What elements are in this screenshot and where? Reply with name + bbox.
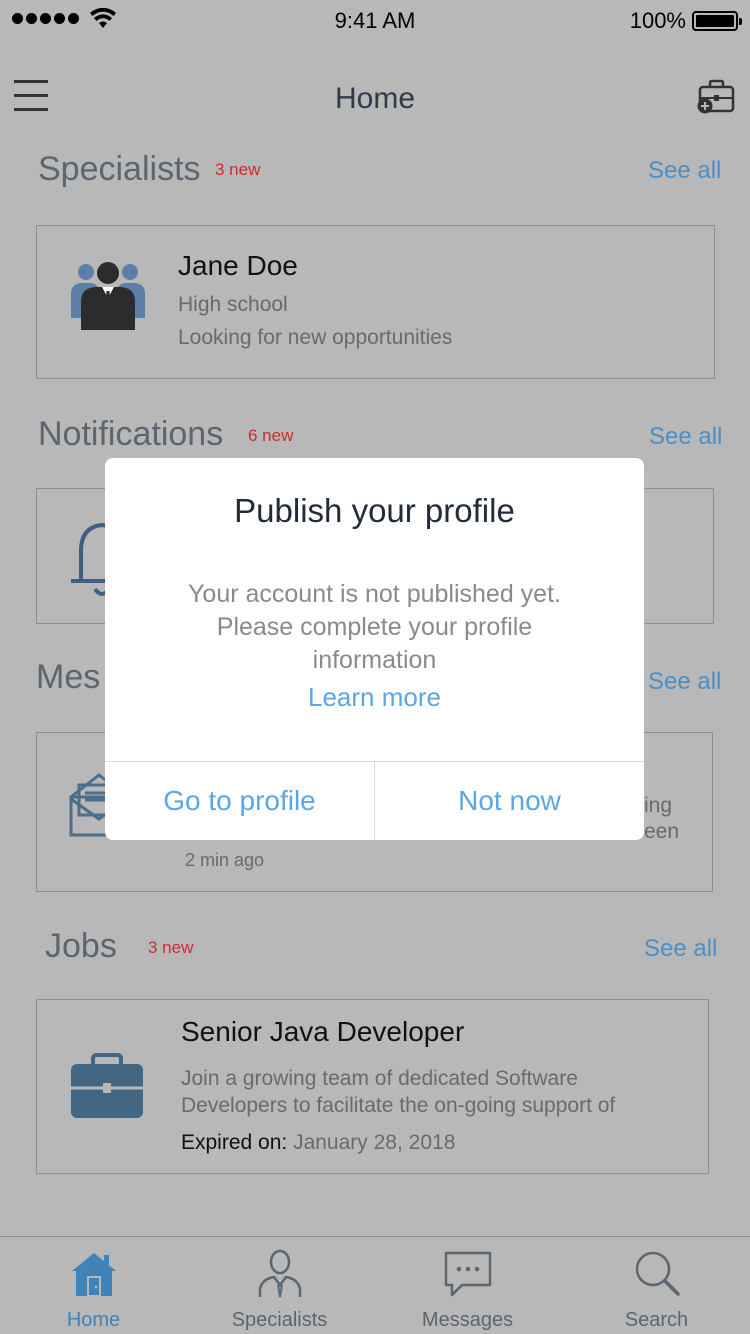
dialog-title: Publish your profile — [234, 492, 515, 529]
notifications-section-title: Notifications — [38, 415, 224, 453]
tab-messages-label: Messages — [421, 1309, 514, 1331]
search-icon — [635, 1251, 680, 1296]
tab-search-label: Search — [624, 1309, 689, 1331]
screen: 9:41 AM 100% Home Specialists 3 new See … — [0, 0, 750, 1334]
battery-icon — [692, 11, 742, 31]
tab-search[interactable]: Search — [563, 1237, 750, 1334]
notifications-see-all-link[interactable]: See all — [649, 423, 722, 451]
dialog-message-line2: Please complete your profile — [216, 613, 533, 641]
learn-more-link[interactable]: Learn more — [105, 682, 644, 713]
person-icon — [258, 1249, 301, 1298]
messages-section-title: Mes — [36, 658, 101, 696]
jobs-new-badge: 3 new — [148, 938, 194, 957]
tab-specialists-label: Specialists — [231, 1309, 328, 1331]
job-expiry-label: Expired on: — [181, 1131, 288, 1154]
dialog-message-line3: information — [312, 646, 437, 674]
specialists-section-title: Specialists — [38, 150, 201, 188]
job-description-line1: Join a growing team of dedicated Softwar… — [181, 1067, 578, 1090]
page-title: Home — [334, 82, 416, 115]
dialog-message-line1: Your account is not published yet. — [188, 580, 561, 608]
specialists-see-all-link[interactable]: See all — [648, 157, 721, 185]
specialist-education: High school — [178, 293, 288, 316]
home-icon — [71, 1253, 116, 1297]
publish-profile-dialog: Publish your profile Your account is not… — [105, 458, 644, 840]
message-snippet-line2: een — [644, 820, 680, 843]
tab-messages[interactable]: Messages — [374, 1237, 561, 1334]
messages-see-all-link[interactable]: See all — [648, 668, 721, 696]
specialists-group-icon — [71, 262, 145, 330]
jobs-see-all-link[interactable]: See all — [644, 935, 717, 963]
dialog-actions: Go to profile Not now — [105, 761, 644, 840]
status-bar: 9:41 AM 100% — [0, 0, 750, 42]
job-expiry: Expired on: January 28, 2018 — [181, 1131, 455, 1155]
tab-specialists[interactable]: Specialists — [186, 1237, 373, 1334]
specialist-name: Jane Doe — [178, 250, 298, 281]
message-time: 2 min ago — [185, 850, 265, 870]
specialists-new-badge: 3 new — [215, 160, 261, 179]
tab-home-label: Home — [66, 1309, 121, 1331]
job-expiry-date: January 28, 2018 — [293, 1131, 456, 1154]
go-to-profile-button[interactable]: Go to profile — [105, 762, 374, 840]
not-now-button[interactable]: Not now — [374, 762, 644, 840]
specialist-status: Looking for new opportunities — [178, 326, 453, 349]
message-snippet-line1: ing — [644, 794, 673, 817]
tab-bar: Home Specialists Messages Search — [0, 1236, 750, 1334]
jobs-section-title: Jobs — [45, 927, 117, 965]
chat-icon — [444, 1251, 491, 1297]
tab-home[interactable]: Home — [0, 1237, 187, 1334]
add-job-icon[interactable] — [696, 78, 736, 114]
specialist-card[interactable]: Jane Doe High school Looking for new opp… — [36, 225, 715, 379]
job-description-line2: Developers to facilitate the on-going su… — [181, 1094, 616, 1117]
battery-percent: 100% — [629, 8, 686, 33]
dialog-message: Your account is not published yet. Pleas… — [135, 578, 614, 677]
notifications-new-badge: 6 new — [248, 426, 294, 445]
job-card[interactable]: Senior Java Developer Join a growing tea… — [36, 999, 709, 1174]
briefcase-icon — [71, 1053, 143, 1118]
job-title: Senior Java Developer — [181, 1016, 465, 1047]
